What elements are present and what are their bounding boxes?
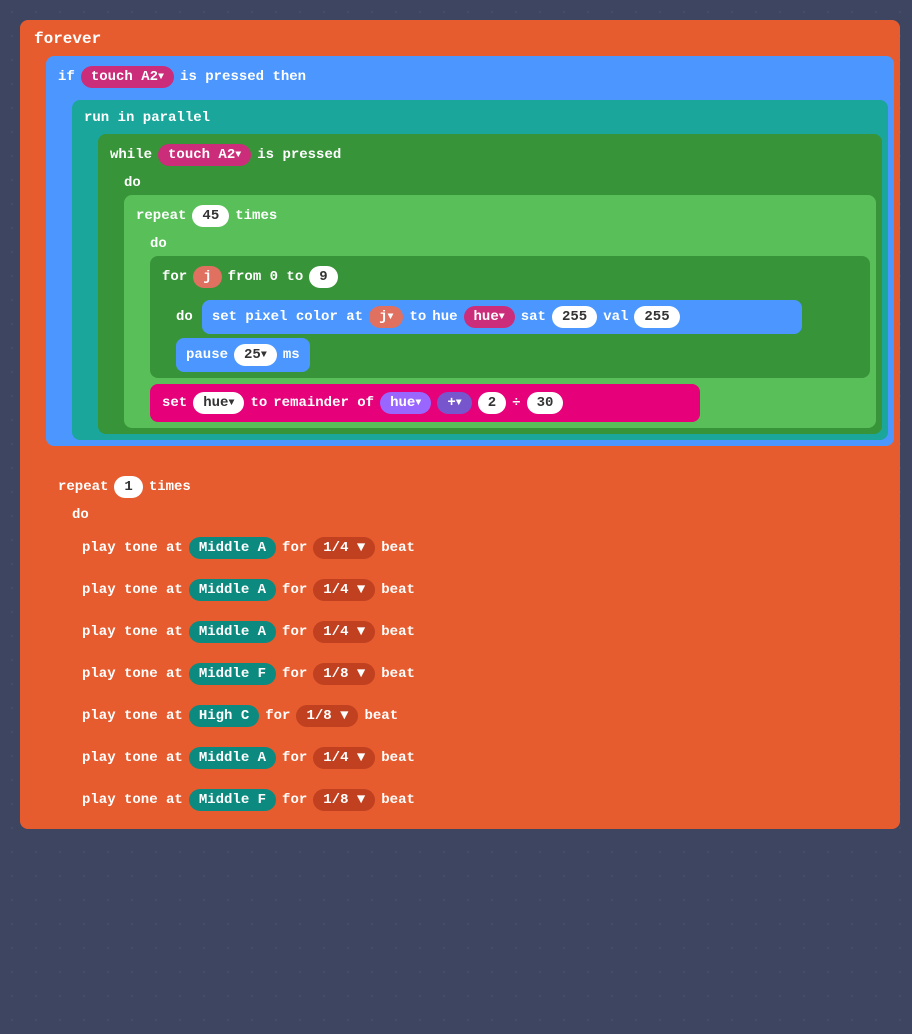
- forever-label: forever: [26, 26, 894, 52]
- repeat-times-label: times: [235, 208, 277, 224]
- duration-pill-3[interactable]: 1/8 ▼: [313, 663, 375, 685]
- beat-label-4: beat: [364, 708, 398, 724]
- for-text-4: for: [265, 708, 290, 724]
- repeat-outer-label: repeat: [58, 479, 108, 495]
- play-tone-prefix-2: play tone at: [82, 624, 183, 640]
- for-text-3: for: [282, 666, 307, 682]
- remainder-of-label: remainder of: [273, 395, 374, 411]
- for-text-0: for: [282, 540, 307, 556]
- if-block: if touch A2 is pressed then run in paral…: [46, 56, 894, 446]
- duration-pill-4[interactable]: 1/8 ▼: [296, 705, 358, 727]
- set-hue-to-label: to: [250, 395, 267, 411]
- is-pressed-then-label: is pressed then: [180, 69, 306, 85]
- do-label-2: do: [150, 236, 167, 252]
- val-label: val: [603, 309, 628, 325]
- beat-label-6: beat: [381, 792, 415, 808]
- note-pill-5[interactable]: Middle A: [189, 747, 276, 769]
- for-label: for: [162, 269, 187, 285]
- if-label: if: [58, 69, 75, 85]
- run-in-parallel-label: run in parallel: [84, 110, 210, 126]
- set-hue-block: set hue to remainder of hue + 2: [150, 384, 700, 422]
- repeat-count-pill[interactable]: 45: [192, 205, 229, 227]
- repeat-inner-block: repeat 45 times do: [124, 195, 876, 428]
- set-pixel-label: set pixel color at: [212, 309, 363, 325]
- for-block: for j from 0 to 9 do: [150, 256, 870, 378]
- play-tone-prefix-0: play tone at: [82, 540, 183, 556]
- for-text-2: for: [282, 624, 307, 640]
- from-0-to-label: from 0 to: [228, 269, 304, 285]
- beat-label-1: beat: [381, 582, 415, 598]
- sat-value-pill[interactable]: 255: [552, 306, 597, 328]
- play-tone-prefix-5: play tone at: [82, 750, 183, 766]
- hue-var-pill[interactable]: hue: [193, 392, 244, 414]
- play-tone-row-1: play tone at Middle A for 1/4 ▼ beat: [72, 573, 880, 607]
- ms-label: ms: [283, 347, 300, 363]
- val-value-pill[interactable]: 255: [634, 306, 679, 328]
- j-pixel-pill[interactable]: j: [369, 306, 403, 328]
- forever-block: forever if touch A2 is pressed then run …: [20, 20, 900, 829]
- duration-pill-0[interactable]: 1/4 ▼: [313, 537, 375, 559]
- is-pressed-label: is pressed: [257, 147, 341, 163]
- repeat-outer-suffix: times: [149, 479, 191, 495]
- hue-text-label: hue: [432, 309, 457, 325]
- for-text-6: for: [282, 792, 307, 808]
- duration-pill-5[interactable]: 1/4 ▼: [313, 747, 375, 769]
- beat-label-5: beat: [381, 750, 415, 766]
- touch-a2-pill-if[interactable]: touch A2: [81, 66, 174, 88]
- beat-label-2: beat: [381, 624, 415, 640]
- plus-pill[interactable]: +: [437, 392, 471, 414]
- note-pill-0[interactable]: Middle A: [189, 537, 276, 559]
- duration-pill-2[interactable]: 1/4 ▼: [313, 621, 375, 643]
- do-label-outer: do: [72, 507, 89, 523]
- duration-pill-6[interactable]: 1/8 ▼: [313, 789, 375, 811]
- note-pill-2[interactable]: Middle A: [189, 621, 276, 643]
- play-tone-prefix-4: play tone at: [82, 708, 183, 724]
- note-pill-4[interactable]: High C: [189, 705, 259, 727]
- play-tone-row-6: play tone at Middle F for 1/8 ▼ beat: [72, 783, 880, 817]
- play-tone-prefix-6: play tone at: [82, 792, 183, 808]
- to-label-pixel: to: [409, 309, 426, 325]
- play-tone-row-5: play tone at Middle A for 1/4 ▼ beat: [72, 741, 880, 775]
- beat-label-0: beat: [381, 540, 415, 556]
- set-pixel-block: set pixel color at j to hue hue sat: [202, 300, 802, 334]
- touch-a2-pill-while[interactable]: touch A2: [158, 144, 251, 166]
- note-pill-1[interactable]: Middle A: [189, 579, 276, 601]
- note-pill-3[interactable]: Middle F: [189, 663, 276, 685]
- play-tone-row-4: play tone at High C for 1/8 ▼ beat: [72, 699, 880, 733]
- beat-label-3: beat: [381, 666, 415, 682]
- play-tone-row-3: play tone at Middle F for 1/8 ▼ beat: [72, 657, 880, 691]
- pause-value-pill[interactable]: 25: [234, 344, 277, 366]
- pause-label: pause: [186, 347, 228, 363]
- play-tone-row-0: play tone at Middle A for 1/4 ▼ beat: [72, 531, 880, 565]
- play-tone-prefix-1: play tone at: [82, 582, 183, 598]
- do-label-1: do: [124, 175, 141, 191]
- repeat-outer-block: repeat 1 times do play tone at Middle A …: [46, 466, 886, 823]
- hue-pill-pixel[interactable]: hue: [464, 306, 515, 328]
- pause-block: pause 25 ms: [176, 338, 310, 372]
- play-tone-row-2: play tone at Middle A for 1/4 ▼ beat: [72, 615, 880, 649]
- for-text-1: for: [282, 582, 307, 598]
- div-value-pill[interactable]: 30: [527, 392, 564, 414]
- note-pill-6[interactable]: Middle F: [189, 789, 276, 811]
- run-in-parallel-block: run in parallel while touch A2 is presse…: [72, 100, 888, 440]
- for-text-5: for: [282, 750, 307, 766]
- repeat-outer-count[interactable]: 1: [114, 476, 142, 498]
- while-label: while: [110, 147, 152, 163]
- play-tones-list: play tone at Middle A for 1/4 ▼ beat pla…: [72, 527, 880, 817]
- sat-label: sat: [521, 309, 546, 325]
- play-tone-prefix-3: play tone at: [82, 666, 183, 682]
- while-block: while touch A2 is pressed do: [98, 134, 882, 434]
- duration-pill-1[interactable]: 1/4 ▼: [313, 579, 375, 601]
- do-label-3: do: [176, 309, 193, 325]
- hue-remainder-pill[interactable]: hue: [380, 392, 431, 414]
- blocks-canvas: forever if touch A2 is pressed then run …: [0, 0, 912, 849]
- to-value-pill[interactable]: 9: [309, 266, 337, 288]
- set-hue-label: set: [162, 395, 187, 411]
- div-symbol: ÷: [512, 395, 520, 411]
- repeat-inner-label: repeat: [136, 208, 186, 224]
- j-var-pill[interactable]: j: [193, 266, 221, 288]
- add-value-pill[interactable]: 2: [478, 392, 506, 414]
